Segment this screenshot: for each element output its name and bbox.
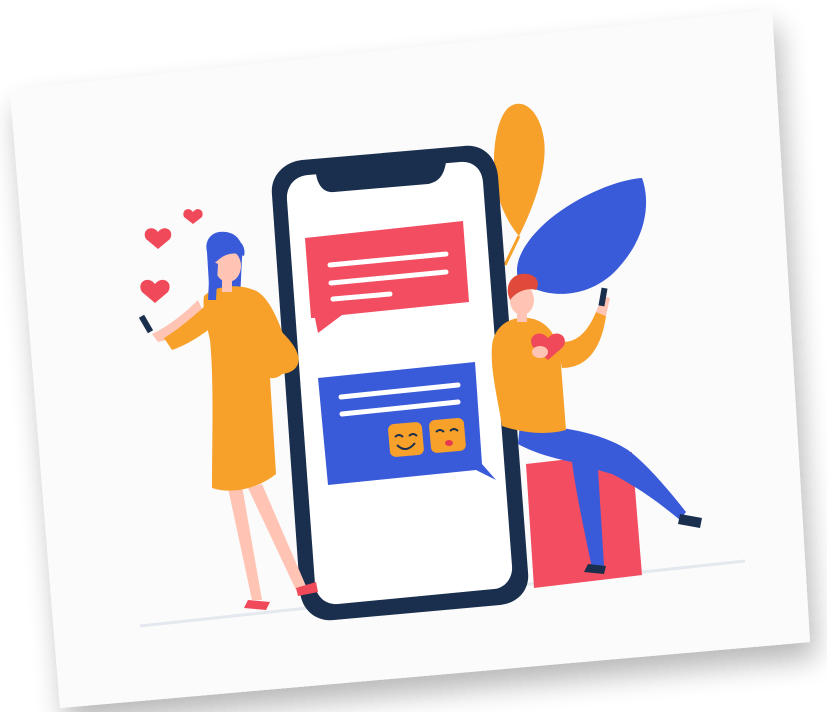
smiling-emoji-icon [388,422,424,457]
kissing-emoji-icon [429,417,466,453]
illustration-stage [0,0,827,712]
message-bubble-blue [318,362,496,485]
illustration-canvas [10,10,810,708]
